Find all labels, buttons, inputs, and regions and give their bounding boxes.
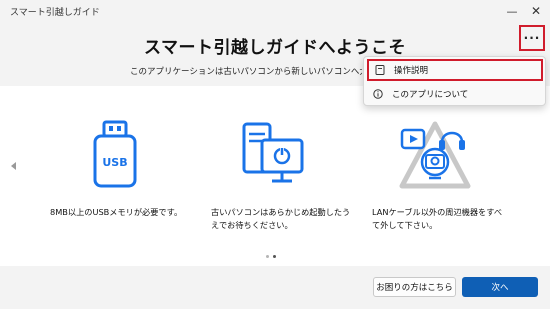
help-button[interactable]: お困りの方はこちら xyxy=(373,277,456,297)
previous-arrow-icon[interactable] xyxy=(11,162,16,170)
more-options-menu: 操作説明 このアプリについて xyxy=(363,56,546,106)
usb-memory-icon: USB xyxy=(89,120,141,194)
menu-item-label: 操作説明 xyxy=(394,66,429,76)
peripherals-icon xyxy=(398,120,472,198)
more-options-button[interactable]: ··· xyxy=(519,25,545,51)
document-icon xyxy=(375,65,385,75)
card-peripherals-text-line1: LANケーブル以外の周辺機器をすべ xyxy=(372,207,503,217)
app-window: スマート引越しガイド — ✕ スマート引越しガイドへようこそ このアプリケーショ… xyxy=(0,0,550,309)
page-dot-active[interactable] xyxy=(273,255,276,258)
page-title: スマート引越しガイドへようこそ xyxy=(144,38,406,58)
intro-panel: USB 8MB以上のUSBメモリが必要です。 古いパソコンはあらかじめ起動したう… xyxy=(0,86,550,266)
page-subtitle: このアプリケーションは古いパソコンから新しいパソコンへ大切なデータ xyxy=(130,67,362,77)
card-peripherals-text: LANケーブル以外の周辺機器をすべ て外して下さい。 xyxy=(372,206,502,232)
card-usb-text: 8MB以上のUSBメモリが必要です。 xyxy=(50,207,183,217)
menu-item-instructions[interactable]: 操作説明 xyxy=(367,59,543,81)
footer: お困りの方はこちら 次へ xyxy=(0,266,550,309)
page-indicator xyxy=(266,255,276,258)
next-button[interactable]: 次へ xyxy=(462,277,538,297)
close-button[interactable]: ✕ xyxy=(526,1,546,21)
info-icon xyxy=(373,89,383,99)
card-pc-text-line2: えでお待ちください。 xyxy=(211,220,293,230)
card-pc-text-line1: 古いパソコンはあらかじめ起動したう xyxy=(211,207,351,217)
card-pc-text: 古いパソコンはあらかじめ起動したう えでお待ちください。 xyxy=(211,206,350,232)
title-bar: スマート引越しガイド — ✕ xyxy=(0,0,550,22)
minimize-button[interactable]: — xyxy=(502,1,522,21)
pc-power-icon xyxy=(238,120,310,194)
page-dot[interactable] xyxy=(266,255,269,258)
usb-label: USB xyxy=(102,156,127,169)
menu-item-label: このアプリについて xyxy=(392,90,469,100)
window-title: スマート引越しガイド xyxy=(10,8,100,18)
menu-item-about[interactable]: このアプリについて xyxy=(364,83,545,105)
card-peripherals-text-line2: て外して下さい。 xyxy=(372,220,438,230)
